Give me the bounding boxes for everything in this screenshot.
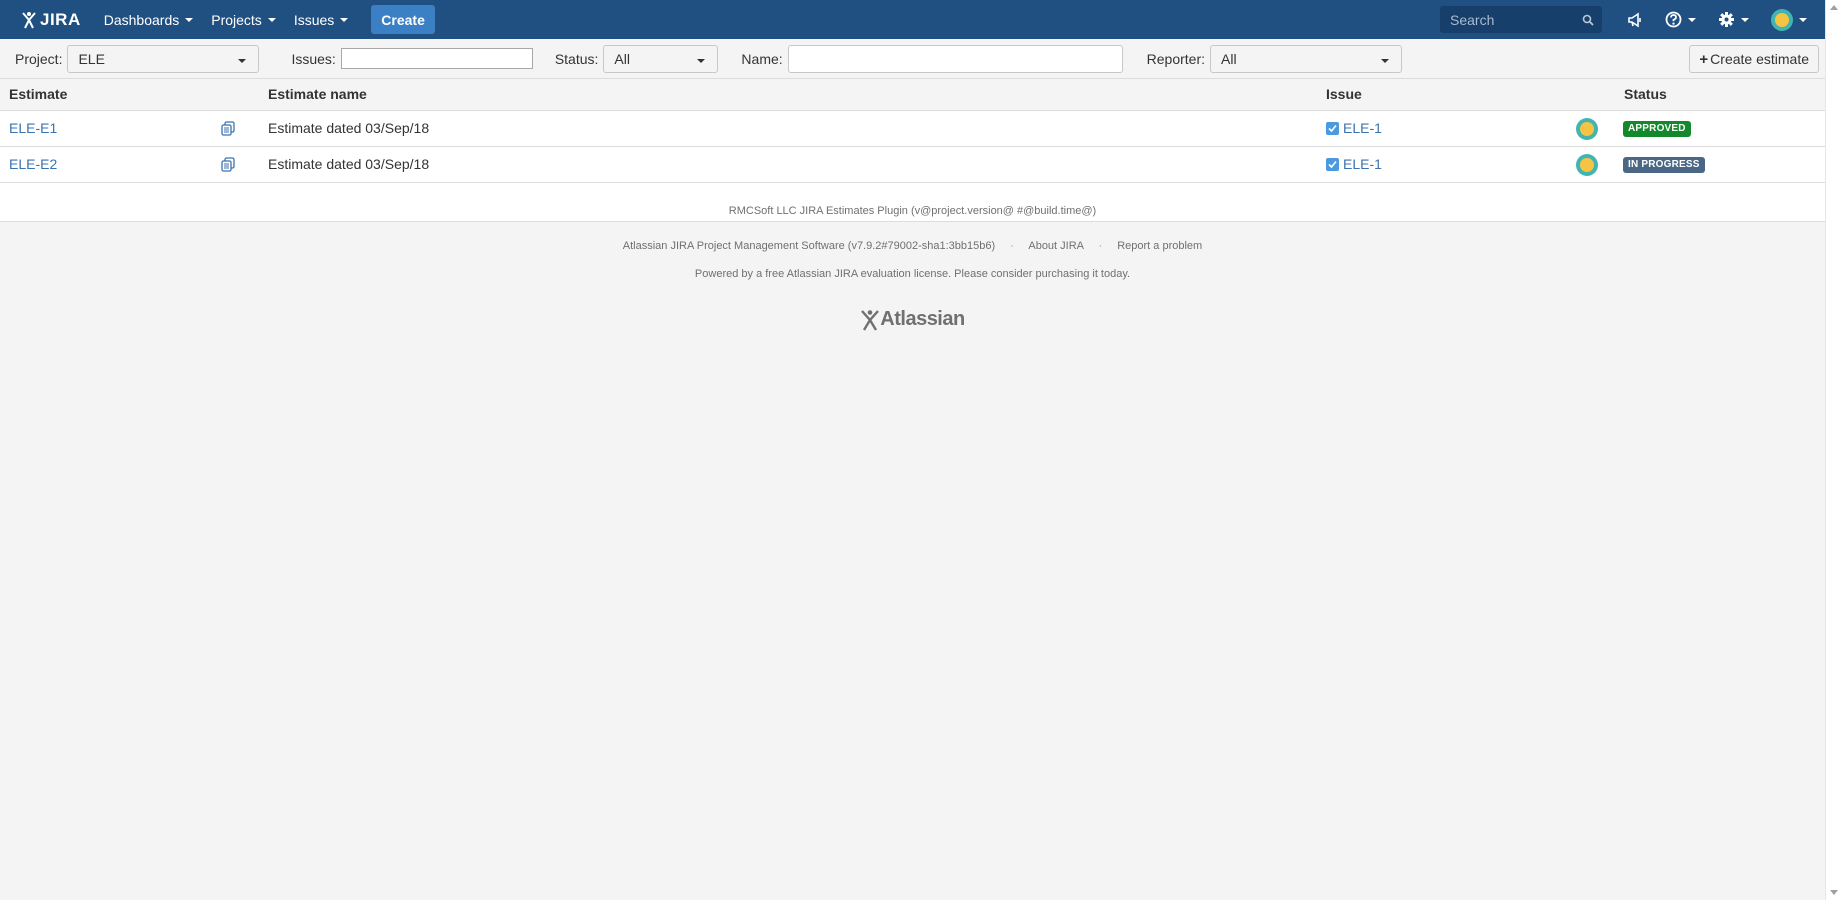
task-type-icon: [1326, 121, 1339, 135]
avatar-face-icon: [1580, 122, 1594, 136]
estimate-link[interactable]: ELE-E1: [9, 120, 57, 136]
column-header-estimate: Estimate: [9, 86, 68, 102]
name-input[interactable]: [787, 44, 1123, 73]
issue-link[interactable]: ELE-1: [1343, 156, 1382, 172]
project-select[interactable]: ELE: [67, 44, 260, 73]
search-input[interactable]: [1448, 10, 1582, 29]
footer-separator: ·: [1098, 240, 1103, 252]
status-select-value: All: [614, 50, 630, 67]
vertical-scrollbar[interactable]: [1825, 0, 1840, 900]
filter-bar: Project: ELE Issues: Status: All Name: R…: [0, 39, 1825, 79]
avatar: [1576, 118, 1598, 140]
create-estimate-label: Create estimate: [1710, 51, 1809, 67]
chevron-down-icon: [697, 58, 706, 63]
nav-issues[interactable]: Issues: [285, 0, 357, 39]
nav-dashboards-label: Dashboards: [103, 11, 180, 28]
table-header: Estimate Estimate name Issue Status: [0, 80, 1825, 111]
estimates-table: Estimate Estimate name Issue Status ELE-…: [0, 80, 1825, 222]
column-header-status: Status: [1624, 86, 1667, 102]
issue-cell: ELE-1: [1326, 120, 1382, 136]
software-version: Atlassian JIRA Project Management Softwa…: [622, 240, 996, 252]
copy-icon[interactable]: [221, 121, 235, 136]
estimate-name: Estimate dated 03/Sep/18: [268, 120, 430, 136]
user-profile-button[interactable]: [1771, 8, 1807, 31]
admin-menu-button[interactable]: [1718, 11, 1749, 28]
scroll-down-arrow-icon[interactable]: [1830, 890, 1838, 895]
chevron-down-icon: [1381, 58, 1390, 63]
project-select-value: ELE: [78, 50, 105, 67]
nav-projects-label: Projects: [211, 11, 262, 28]
atlassian-logo-text: Atlassian: [880, 308, 965, 330]
scroll-up-arrow-icon[interactable]: [1830, 5, 1838, 10]
issue-cell: ELE-1: [1326, 156, 1382, 172]
estimate-name: Estimate dated 03/Sep/18: [268, 156, 430, 172]
jira-logo-text: JIRA: [40, 9, 81, 29]
search-icon[interactable]: [1582, 14, 1594, 26]
column-header-estimate-name: Estimate name: [268, 86, 367, 102]
estimate-link[interactable]: ELE-E2: [9, 156, 57, 172]
issues-input[interactable]: [340, 48, 533, 69]
reporter-select[interactable]: All: [1210, 44, 1403, 73]
atlassian-logo-icon: [861, 309, 880, 331]
status-badge: IN PROGRESS: [1623, 157, 1705, 173]
reporter-select-value: All: [1221, 50, 1237, 67]
task-type-icon: [1326, 157, 1339, 171]
chevron-down-icon: [1688, 18, 1696, 22]
name-filter-label: Name:: [741, 50, 783, 67]
plus-icon: +: [1699, 50, 1709, 68]
avatar-face-icon: [1580, 158, 1594, 172]
column-header-issue: Issue: [1326, 86, 1362, 102]
status-filter-label: Status:: [554, 50, 599, 67]
create-estimate-button[interactable]: + Create estimate: [1689, 45, 1819, 73]
report-problem-link[interactable]: Report a problem: [1117, 240, 1202, 252]
plugin-version-footer: RMCSoft LLC JIRA Estimates Plugin (v@pro…: [0, 183, 1825, 222]
help-icon: [1665, 11, 1682, 28]
jira-logo-icon: [22, 11, 36, 28]
footer-separator: ·: [1010, 240, 1014, 252]
nav-dashboards[interactable]: Dashboards: [95, 0, 203, 39]
about-jira-link[interactable]: About JIRA: [1028, 240, 1083, 252]
chevron-down-icon: [267, 18, 276, 22]
chevron-down-icon: [340, 18, 349, 22]
chevron-down-icon: [1741, 18, 1749, 22]
avatar: [1576, 154, 1598, 176]
table-row: ELE-E1 Estimate dated 03/Sep/18 ELE-1 AP…: [0, 111, 1825, 147]
footer-links: Atlassian JIRA Project Management Softwa…: [0, 240, 1825, 268]
nav-projects[interactable]: Projects: [202, 0, 285, 39]
license-message: Powered by a free Atlassian JIRA evaluat…: [694, 268, 1131, 280]
create-issue-button[interactable]: Create: [371, 5, 435, 34]
issue-link[interactable]: ELE-1: [1343, 120, 1382, 136]
avatar: [1771, 8, 1793, 31]
status-badge: APPROVED: [1623, 121, 1691, 137]
chevron-down-icon: [1799, 18, 1807, 22]
project-filter-label: Project:: [15, 50, 63, 67]
page-footer: Atlassian JIRA Project Management Softwa…: [0, 240, 1825, 334]
chevron-down-icon: [238, 58, 247, 63]
header-right-tools: [1440, 0, 1825, 39]
nav-issues-label: Issues: [293, 11, 335, 28]
quick-search: [1440, 6, 1602, 33]
reporter-filter-label: Reporter:: [1146, 50, 1206, 67]
top-navigation-bar: JIRA Dashboards Projects Issues Create: [0, 0, 1825, 39]
status-select[interactable]: All: [603, 44, 719, 73]
table-row: ELE-E2 Estimate dated 03/Sep/18 ELE-1 IN…: [0, 147, 1825, 183]
megaphone-icon: [1628, 12, 1641, 27]
gear-icon: [1719, 12, 1734, 27]
help-menu-button[interactable]: [1665, 11, 1696, 28]
jira-logo[interactable]: JIRA: [20, 10, 81, 30]
issues-filter-label: Issues:: [291, 50, 336, 67]
avatar-face-icon: [1775, 12, 1789, 27]
chevron-down-icon: [185, 18, 194, 22]
atlassian-logo[interactable]: Atlassian: [860, 308, 965, 331]
whats-new-button[interactable]: [1627, 12, 1643, 28]
copy-icon[interactable]: [221, 157, 235, 172]
